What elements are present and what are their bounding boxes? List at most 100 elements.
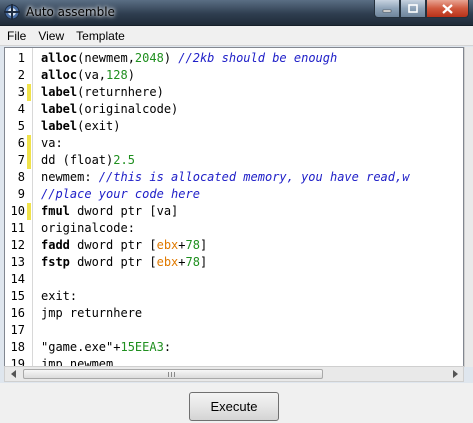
code-token: jmp returnhere bbox=[41, 306, 143, 320]
line-number: 9 bbox=[17, 187, 25, 201]
line-number: 2 bbox=[17, 68, 25, 82]
code-line[interactable]: 13 fstp dword ptr [ebx+78] bbox=[5, 254, 463, 271]
code-token: 128 bbox=[106, 68, 128, 82]
code-token: alloc bbox=[41, 51, 78, 65]
code-token: dword ptr [va] bbox=[69, 204, 179, 218]
modified-line-marker bbox=[27, 152, 31, 169]
code-line[interactable]: 12 fadd dword ptr [ebx+78] bbox=[5, 237, 463, 254]
code-token: //this is allocated memory, you have rea… bbox=[98, 170, 410, 184]
line-number: 1 bbox=[17, 51, 25, 65]
scroll-right-button[interactable] bbox=[447, 368, 462, 380]
code-text: originalcode: bbox=[41, 220, 135, 237]
code-line[interactable]: 15 exit: bbox=[5, 288, 463, 305]
bottom-panel: Execute bbox=[0, 383, 473, 423]
code-token: 15EEA3 bbox=[120, 340, 164, 354]
code-token: dword ptr [ bbox=[69, 238, 157, 252]
modified-line-marker bbox=[27, 203, 31, 220]
window-title: Auto assemble bbox=[26, 5, 115, 19]
modified-line-marker bbox=[27, 84, 31, 101]
minimize-button[interactable] bbox=[374, 0, 400, 18]
code-text: label(originalcode) bbox=[41, 101, 178, 118]
code-line[interactable]: 5 label(exit) bbox=[5, 118, 463, 135]
thumb-grip bbox=[168, 372, 169, 377]
window-controls bbox=[374, 0, 469, 20]
code-line[interactable]: 8 newmem: //this is allocated memory, you… bbox=[5, 169, 463, 186]
code-token: //2kb should be enough bbox=[178, 51, 338, 65]
code-token: dword ptr [ bbox=[69, 255, 157, 269]
code-line[interactable]: 2 alloc(va,128) bbox=[5, 67, 463, 84]
menu-file[interactable]: File bbox=[2, 29, 31, 43]
vertical-scrollbar[interactable] bbox=[464, 47, 473, 367]
code-line[interactable]: 3 label(returnhere) bbox=[5, 84, 463, 101]
line-number: 3 bbox=[17, 85, 25, 99]
code-line[interactable]: 1 alloc(newmem,2048) //2kb should be enou… bbox=[5, 50, 463, 67]
arrow-left-icon bbox=[10, 370, 16, 378]
horizontal-scroll-thumb[interactable] bbox=[23, 369, 323, 379]
code-token: originalcode: bbox=[41, 221, 135, 235]
modified-line-marker bbox=[27, 135, 31, 152]
code-token: label bbox=[41, 85, 78, 99]
execute-button[interactable]: Execute bbox=[189, 392, 279, 421]
code-text: fmul dword ptr [va] bbox=[41, 203, 178, 220]
line-number: 8 bbox=[17, 170, 25, 184]
line-number: 12 bbox=[10, 238, 25, 252]
code-text: exit: bbox=[41, 288, 77, 305]
code-text: jmp returnhere bbox=[41, 305, 142, 322]
thumb-grip bbox=[174, 372, 175, 377]
code-token: fmul bbox=[41, 204, 70, 218]
code-line[interactable]: 4 label(originalcode) bbox=[5, 101, 463, 118]
code-token: ebx bbox=[156, 255, 179, 269]
line-number: 18 bbox=[10, 340, 25, 354]
line-number: 11 bbox=[10, 221, 25, 235]
code-token: va: bbox=[41, 136, 63, 150]
menu-view[interactable]: View bbox=[33, 29, 69, 43]
code-line[interactable]: 16 jmp returnhere bbox=[5, 305, 463, 322]
code-token: label bbox=[41, 119, 78, 133]
line-number: 16 bbox=[10, 306, 25, 320]
code-token: label bbox=[41, 102, 78, 116]
close-icon bbox=[442, 3, 453, 14]
horizontal-scrollbar[interactable] bbox=[4, 366, 464, 382]
code-text: alloc(va,128) bbox=[41, 67, 135, 84]
code-line[interactable]: 14 bbox=[5, 271, 463, 288]
code-text: alloc(newmem,2048) //2kb should be enoug… bbox=[41, 50, 337, 67]
code-text: //place your code here bbox=[41, 186, 200, 203]
maximize-button[interactable] bbox=[400, 0, 426, 18]
code-line[interactable]: 9 //place your code here bbox=[5, 186, 463, 203]
code-line[interactable]: 18 "game.exe"+15EEA3: bbox=[5, 339, 463, 356]
arrow-right-icon bbox=[452, 370, 458, 378]
line-number: 15 bbox=[10, 289, 25, 303]
code-token: ] bbox=[199, 238, 208, 252]
maximize-icon bbox=[408, 4, 418, 13]
code-token: + bbox=[178, 238, 186, 252]
code-text: "game.exe"+15EEA3: bbox=[41, 339, 171, 356]
code-line[interactable]: 6 va: bbox=[5, 135, 463, 152]
code-token: exit: bbox=[41, 289, 78, 303]
scroll-left-button[interactable] bbox=[6, 368, 21, 380]
menu-template[interactable]: Template bbox=[71, 29, 130, 43]
code-token: alloc bbox=[41, 68, 78, 82]
code-text: fadd dword ptr [ebx+78] bbox=[41, 237, 207, 254]
code-token: : bbox=[163, 340, 172, 354]
title-bar[interactable]: Auto assemble bbox=[0, 0, 473, 26]
code-line[interactable]: 10 fmul dword ptr [va] bbox=[5, 203, 463, 220]
code-text: dd (float)2.5 bbox=[41, 152, 135, 169]
close-button[interactable] bbox=[426, 0, 469, 18]
code-token: //place your code here bbox=[41, 187, 200, 201]
code-line[interactable]: 7 dd (float)2.5 bbox=[5, 152, 463, 169]
code-text: label(exit) bbox=[41, 118, 120, 135]
code-line[interactable]: 11 originalcode: bbox=[5, 220, 463, 237]
line-number: 14 bbox=[10, 272, 25, 286]
code-editor[interactable]: 1 alloc(newmem,2048) //2kb should be enou… bbox=[4, 47, 464, 367]
line-number: 4 bbox=[17, 102, 25, 116]
code-text: va: bbox=[41, 135, 63, 152]
code-line[interactable]: 17 bbox=[5, 322, 463, 339]
line-number: 5 bbox=[17, 119, 25, 133]
code-token: (returnhere) bbox=[77, 85, 164, 99]
minimize-icon bbox=[382, 9, 392, 12]
code-token: ebx bbox=[156, 238, 179, 252]
code-token: + bbox=[178, 255, 186, 269]
code-text: fstp dword ptr [ebx+78] bbox=[41, 254, 207, 271]
code-token: 2048 bbox=[134, 51, 164, 65]
code-token: ] bbox=[199, 255, 208, 269]
